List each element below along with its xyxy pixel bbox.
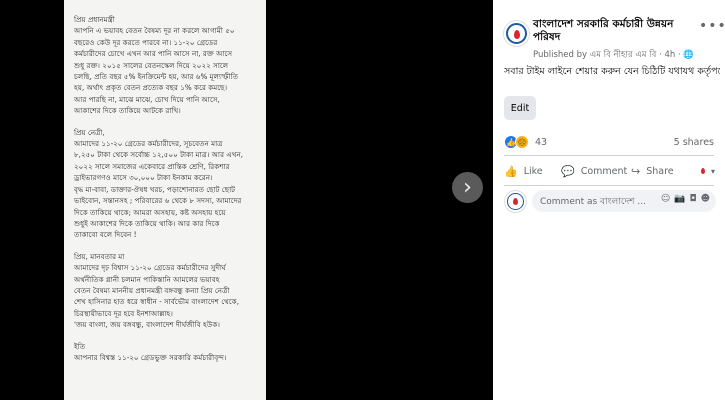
letter-line: আমাদের ১১-২০ গ্রেডের কর্মচারীদের, সূচবেত…	[74, 139, 223, 149]
comment-label: Comment	[580, 165, 628, 177]
reactions-summary[interactable]: 👍 ☹ 43	[504, 135, 547, 149]
logo-drop-icon	[513, 29, 520, 39]
post-text: সবার টাইম লাইনে শেয়ার করুন যেন চিঠিটি য…	[504, 66, 720, 77]
letter-line: আকাশের দিকে তাকিয়ে আটকে রাখি।	[74, 106, 181, 116]
comment-button[interactable]: 💬 Comment	[561, 165, 627, 178]
post-meta-text: Published by এম বি নীহার এম বি · 4h ·	[533, 50, 684, 60]
letter-line: হয়, অর্থাৎ প্রকৃত বেতন প্রত্যেক বছর ১% …	[74, 83, 228, 93]
letter-line: বেতন বৈষম্য মাননীয় প্রধানমন্ত্রী বঙ্গবন…	[74, 285, 230, 295]
post-actions: 👍 Like 💬 Comment ↪ Share ▾	[493, 161, 725, 181]
letter-line: 'জয় বাংলা, জয় বঙ্গবন্ধু, বাংলাদেশ দীর্…	[74, 320, 220, 330]
letter-line: শুধু রক্ত। ২০১৫ সালের বেতনস্কেল দিয়ে ২০…	[74, 60, 229, 70]
letter-image: প্রিয় প্রধানমন্ত্রী আপনি এ ভয়াবহ বেতন ব…	[64, 0, 266, 400]
post-as-selector[interactable]: ▾	[697, 165, 715, 177]
letter-line: আপনার বিশ্বস্ত ১১-২০ গ্রেডভুক্ত সরকারি ক…	[74, 352, 227, 362]
post-panel: বাংলাদেশ সরকারি কর্মচারী উন্নয়ন পরিষদ P…	[493, 0, 725, 400]
gif-icon[interactable]: ◘	[689, 194, 696, 204]
letter-line: প্রিয় প্রধানমন্ত্রী	[74, 15, 115, 24]
like-button[interactable]: 👍 Like	[504, 165, 543, 178]
letter-line: আপনি এ ভয়াবহ বেতন বৈষম্য দূর না করলে আগ…	[74, 26, 235, 36]
letter-line: শুধুই আকাশের দিকে তাকিয়ে থাকি। আর কার দ…	[74, 218, 220, 228]
letter-line: শেখ হাসিনার হাত ধরে স্বাধীন - সার্বভৌম ব…	[74, 297, 239, 307]
letter-line: ইতি	[74, 341, 86, 351]
letter-line: চিরস্থায়ীভাবে দূর হবে ইনশাআল্লাহ।	[74, 308, 173, 318]
letter-line: দিকে তাকিয়ে থাকে; আমরা অসহায়, কষ্ট অসহ…	[74, 207, 226, 217]
logo-ring	[505, 22, 528, 45]
post-meta: Published by এম বি নীহার এম বি · 4h · 🌐	[533, 48, 694, 62]
like-label: Like	[523, 165, 543, 177]
reaction-count: 43	[535, 136, 548, 148]
camera-icon[interactable]: 📷	[674, 194, 685, 204]
divider	[504, 155, 714, 156]
caret-down-icon: ▾	[711, 166, 716, 176]
letter-text: প্রিয় প্রধানমন্ত্রী আপনি এ ভয়াবহ বেতন ব…	[64, 0, 266, 363]
emoji-icon[interactable]: ☺	[661, 194, 670, 204]
edit-button[interactable]: Edit	[504, 96, 536, 120]
share-label: Share	[646, 165, 674, 177]
letter-line: ভাইবোন, সন্তানসহ ; পরিবারের ৬ থেকে ৮ সদস…	[74, 196, 242, 206]
letter-line: বছরেও কেউ দূর করতে পারবে না। ১১-২০ গ্রেড…	[74, 37, 218, 47]
comment-placeholder: Comment as বাংলাদেশ ...	[540, 196, 646, 207]
commenter-avatar	[504, 190, 527, 213]
letter-line: বৃদ্ধ মা-বাবা, ডাক্তার-ঔষধ খরচ, পড়াশোনা…	[74, 184, 236, 194]
page-name[interactable]: বাংলাদেশ সরকারি কর্মচারী উন্নয়ন পরিষদ	[533, 18, 693, 44]
letter-paragraph: ইতি আপনার বিশ্বস্ত ১১-২০ গ্রেডভুক্ত সরকার…	[74, 341, 260, 364]
letter-line: প্রিয়, মানবতার মা	[74, 251, 125, 261]
photo-viewer: প্রিয় প্রধানমন্ত্রী আপনি এ ভয়াবহ বেতন ব…	[0, 0, 493, 400]
letter-paragraph: প্রিয় প্রধানমন্ত্রী আপনি এ ভয়াবহ বেতন ব…	[74, 14, 260, 117]
next-photo-button[interactable]: ›	[452, 172, 483, 203]
letter-line: চলছি, প্রতি বছর ৫% ইনক্রিমেন্ট হয়, আর ৬…	[74, 72, 239, 82]
page-avatar[interactable]	[503, 20, 530, 47]
globe-icon: 🌐	[683, 50, 694, 60]
comment-composer: Comment as বাংলাদেশ ... ☺ 📷 ◘ ☻	[504, 190, 716, 213]
letter-line: প্রিয় নেত্রী,	[74, 127, 105, 137]
sad-reaction-icon: ☹	[515, 135, 529, 149]
letter-line: ড্রাইভারগণও মাসে ৩০,০০০ টাকা ইনকাম করেন।	[74, 173, 213, 183]
small-avatar	[697, 165, 709, 177]
share-count[interactable]: 5 shares	[674, 137, 714, 148]
divider	[504, 185, 714, 186]
share-button[interactable]: ↪ Share	[631, 165, 674, 178]
letter-paragraph: প্রিয়, মানবতার মা আমাদের দৃঢ় বিশ্বাস ১১…	[74, 251, 260, 331]
comment-input[interactable]: Comment as বাংলাদেশ ... ☺ 📷 ◘ ☻	[532, 190, 716, 212]
chevron-right-icon: ›	[463, 175, 472, 200]
letter-line: ৮,২৫০ টাকা থেকে সর্বোচ্চ ১২,৫০০ টাকা মাত…	[74, 150, 244, 160]
comment-icon: 💬	[561, 164, 575, 178]
letter-line: ২০২২ সালে সমাজের একেবারে প্রান্তিক শ্রেণ…	[74, 161, 230, 171]
letter-paragraph: প্রিয় নেত্রী, আমাদের ১১-২০ গ্রেডের কর্মচ…	[74, 127, 260, 241]
thumbs-up-icon: 👍	[504, 164, 518, 178]
letter-line: আর পারছি না, মাঝে মাঝে, চোখ দিয়ে পানি আ…	[74, 94, 220, 104]
letter-line: অর্থনীতিক গ্লানী চলমান পাকিস্তানি আমলের …	[74, 274, 220, 284]
sticker-icon[interactable]: ☻	[701, 194, 710, 204]
letter-line: আমাদের দৃঢ় বিশ্বাস ১১-২০ গ্রেডের কর্মচা…	[74, 263, 226, 273]
more-options-button[interactable]: •••	[699, 18, 725, 34]
share-icon: ↪	[631, 164, 641, 178]
comment-tools: ☺ 📷 ◘ ☻	[661, 194, 710, 204]
letter-line: তাকাবো বলে দিবেন !	[74, 230, 137, 240]
letter-line: কর্মচারীদের চোখে এখন আর পানি আসে না, রক্…	[74, 49, 233, 59]
